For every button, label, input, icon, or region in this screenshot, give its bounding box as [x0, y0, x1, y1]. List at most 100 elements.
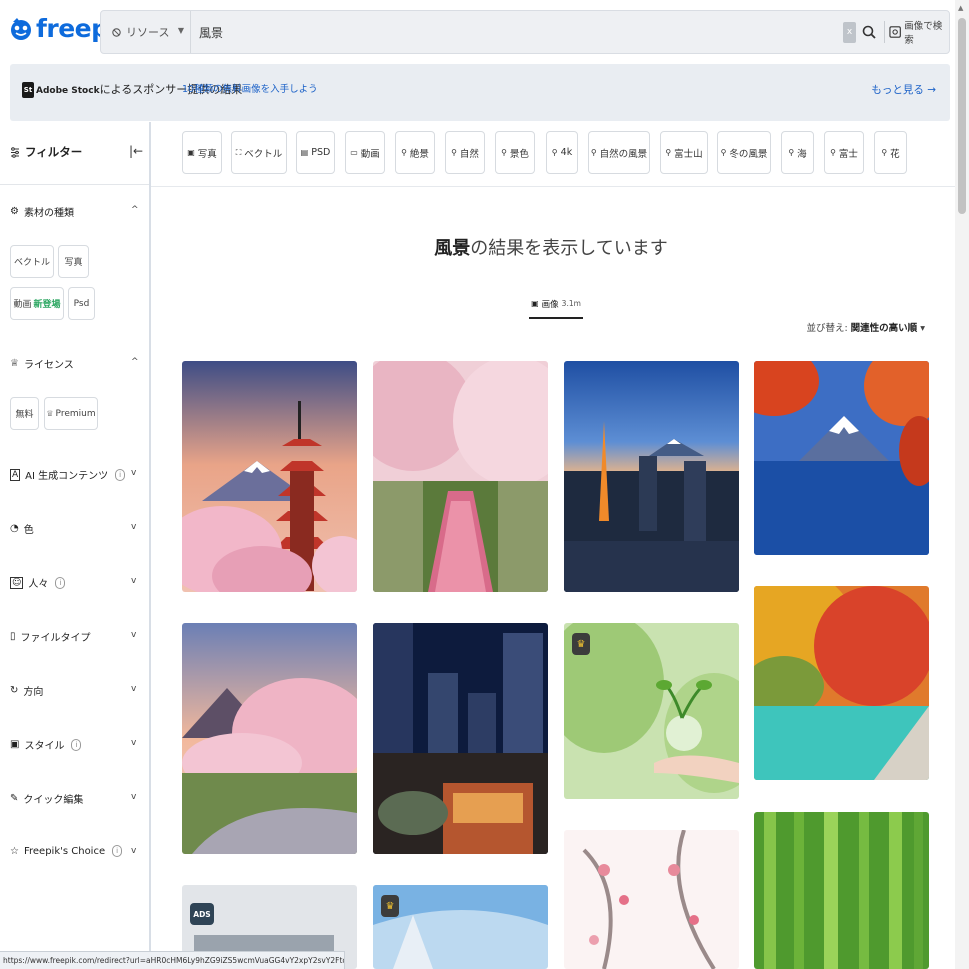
search-divider — [884, 21, 885, 43]
tag-search[interactable]: ⚲ 自然 — [445, 131, 485, 174]
premium-crown-icon: ♛ — [381, 895, 399, 917]
chip-psd[interactable]: Psd — [68, 287, 95, 320]
search-type-dropdown[interactable]: リソース ▼ — [101, 11, 191, 53]
image-card[interactable] — [754, 361, 929, 555]
chip-free[interactable]: 無料 — [10, 397, 39, 430]
image-card[interactable]: ♛ — [373, 885, 548, 969]
see-more-link[interactable]: もっと見る → — [871, 81, 936, 99]
search-icon: ⚲ — [590, 148, 597, 157]
chip-photo[interactable]: 写真 — [58, 245, 89, 278]
tab-images-count: 3.1m — [561, 299, 581, 308]
results-suffix: の結果を表示しています — [470, 238, 668, 259]
filter-label: フィルター — [25, 145, 83, 159]
chevron-up-icon[interactable]: ^ — [131, 205, 139, 215]
results-title: 風景の結果を表示しています — [151, 234, 951, 260]
tag-search[interactable]: ⚲ 自然の風景 — [588, 131, 650, 174]
header: freepik リソース ▼ x 画像で検索 — [0, 0, 969, 64]
sponsor-banner: St Adobe Stockによるスポンサー提供の結果 10種類の無料画像を入手… — [10, 64, 950, 121]
tag-search[interactable]: ⚲ 富士 — [824, 131, 864, 174]
vector-icon: ⛶ — [235, 147, 242, 157]
filter-section-style[interactable]: ▣ スタイル i — [10, 737, 82, 752]
info-icon[interactable]: i — [55, 576, 66, 589]
image-card[interactable] — [754, 586, 929, 780]
thumbnail-plant-hand — [564, 623, 739, 799]
tag-search[interactable]: ⚲ 絶景 — [395, 131, 435, 174]
image-card[interactable] — [182, 623, 357, 854]
sort-value: 関連性の高い順 — [850, 323, 918, 334]
sponsor-brand: Adobe Stock — [36, 86, 100, 96]
info-icon[interactable]: i — [115, 468, 126, 481]
search-icon: ⚲ — [830, 148, 836, 157]
chevron-down-icon[interactable]: v — [131, 846, 136, 856]
filter-section-color[interactable]: ◔ 色 — [10, 521, 34, 536]
search-icon: ⚲ — [788, 148, 795, 157]
image-icon: ▣ — [531, 299, 539, 308]
tag-photo[interactable]: ▣ 写真 — [182, 131, 222, 174]
image-card[interactable]: ♛ — [564, 623, 739, 799]
chevron-down-icon[interactable]: v — [131, 684, 136, 694]
tag-search[interactable]: ⚲ 花 — [874, 131, 907, 174]
chevron-down-icon[interactable]: v — [131, 576, 136, 586]
image-card[interactable] — [373, 361, 548, 592]
chip-video[interactable]: 動画 新登場 — [10, 287, 64, 320]
image-card[interactable] — [564, 361, 739, 592]
tag-search[interactable]: ⚲ 富士山 — [660, 131, 708, 174]
chevron-up-icon[interactable]: ^ — [131, 357, 139, 367]
free-images-link[interactable]: 10種類の無料画像を入手しよう — [182, 81, 318, 99]
thumbnail-bamboo — [754, 812, 929, 969]
image-card[interactable] — [564, 830, 739, 969]
filter-section-license[interactable]: ♕ ライセンス — [10, 356, 74, 371]
filter-title: フィルター — [10, 144, 82, 160]
tag-search[interactable]: ⚲ 景色 — [495, 131, 535, 174]
image-card[interactable] — [182, 361, 357, 592]
search-input[interactable] — [197, 11, 817, 53]
info-icon[interactable]: i — [71, 738, 82, 751]
image-search-button[interactable]: 画像で検索 — [889, 21, 949, 46]
search-icon: ⚲ — [720, 148, 727, 157]
chip-video-label: 動画 — [13, 300, 32, 310]
scroll-up-icon[interactable]: ▲ — [958, 4, 963, 12]
freepik-logo-icon — [11, 17, 31, 40]
choice-label: Freepik's Choice — [23, 845, 106, 857]
image-card[interactable] — [373, 623, 548, 854]
filter-section-asset-type[interactable]: ⚙ 素材の種類 — [10, 204, 74, 219]
chevron-down-icon[interactable]: v — [131, 792, 136, 802]
image-card[interactable] — [754, 812, 929, 969]
filter-section-people[interactable]: ☺ 人々 i — [10, 575, 66, 590]
filter-section-quick-edit[interactable]: ✎ クイック編集 — [10, 791, 83, 806]
tag-search[interactable]: ⚲ 冬の風景 — [717, 131, 771, 174]
tag-vector[interactable]: ⛶ ベクトル — [231, 131, 287, 174]
chevron-down-icon: ▼ — [177, 26, 184, 35]
filter-section-orientation[interactable]: ↻ 方向 — [10, 683, 43, 698]
tag-search[interactable]: ⚲ 海 — [781, 131, 814, 174]
chevron-down-icon[interactable]: v — [131, 630, 136, 640]
search-icon[interactable] — [861, 22, 877, 42]
page-scrollbar[interactable]: ▲ — [955, 0, 969, 969]
file-type-label: ファイルタイプ — [20, 633, 91, 644]
thumbnail-tokyo-station — [373, 623, 548, 854]
tag-label: 富士 — [838, 148, 858, 160]
filter-section-file-type[interactable]: ▯ ファイルタイプ — [10, 629, 91, 644]
clear-search-button[interactable]: x — [843, 22, 856, 43]
filter-sidebar: フィルター |← ⚙ 素材の種類 ^ ベクトル 写真 動画 新登場 Psd ♕ ラ… — [0, 122, 151, 969]
tab-images[interactable]: ▣ 画像 3.1m — [529, 290, 583, 319]
tag-label: 海 — [797, 148, 807, 160]
people-label: 人々 — [28, 579, 49, 590]
info-icon[interactable]: i — [112, 845, 123, 857]
filter-section-choice[interactable]: ☆ Freepik's Choice i — [10, 845, 123, 857]
tag-video[interactable]: ▭ 動画 — [345, 131, 385, 174]
asset-type-label: 素材の種類 — [23, 208, 74, 219]
sort-dropdown[interactable]: 並び替え: 関連性の高い順 ▾ — [806, 320, 925, 334]
chevron-down-icon[interactable]: v — [131, 522, 136, 532]
adobe-stock-badge: St — [22, 82, 34, 98]
asset-type-icon: ⚙ — [10, 206, 19, 217]
chip-vector[interactable]: ベクトル — [10, 245, 54, 278]
chevron-down-icon[interactable]: v — [131, 468, 136, 478]
tag-psd[interactable]: ▤ PSD — [296, 131, 335, 174]
tag-search[interactable]: ⚲ 4k — [546, 131, 578, 174]
filter-section-ai[interactable]: A AI 生成コンテンツ i — [10, 467, 126, 482]
chip-premium[interactable]: ♕ Premium — [44, 397, 98, 430]
chevron-down-icon[interactable]: v — [131, 738, 136, 748]
scrollbar-thumb[interactable] — [958, 18, 966, 214]
collapse-sidebar-icon[interactable]: |← — [129, 144, 143, 158]
